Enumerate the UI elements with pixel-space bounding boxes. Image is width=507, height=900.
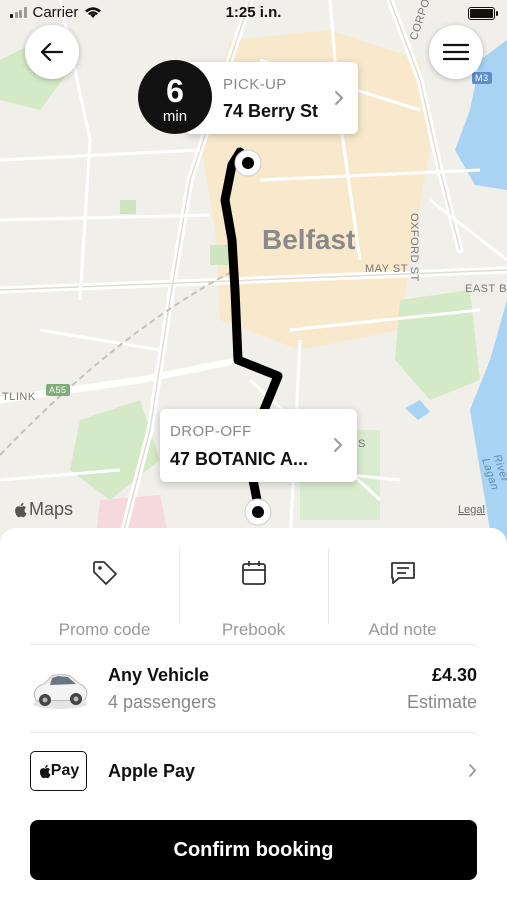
map-street-label: OXFORD ST [408, 213, 420, 282]
status-bar: Carrier 1:25 i.n. [0, 0, 507, 28]
payment-method-selector[interactable]: Pay Apple Pay [30, 750, 477, 792]
booking-options: Promo code Prebook Add note [30, 546, 477, 639]
confirm-booking-button[interactable]: Confirm booking [30, 820, 477, 880]
pickup-address: 74 Berry St [223, 101, 319, 121]
chevron-right-icon [469, 764, 477, 777]
prebook-button[interactable]: Prebook [179, 546, 328, 639]
hamburger-menu-icon [443, 43, 469, 61]
apple-pay-badge: Pay [30, 751, 87, 791]
add-note-button[interactable]: Add note [328, 546, 477, 639]
eta-badge: 6 min [138, 60, 212, 134]
eta-unit: min [162, 108, 188, 125]
vehicle-passengers: 4 passengers [108, 692, 217, 712]
divider [30, 732, 477, 733]
arrow-left-icon [40, 42, 64, 62]
apple-logo-icon [39, 764, 51, 778]
add-note-label: Add note [368, 620, 437, 639]
booking-sheet: Promo code Prebook Add note Any Vehicle … [0, 528, 507, 900]
map-view[interactable]: Belfast MAY ST EAST B OXFORD ST CORPO TL… [0, 0, 507, 545]
maps-attribution: Maps [13, 499, 73, 520]
note-icon [390, 562, 415, 584]
payment-method-name: Apple Pay [108, 761, 196, 781]
pickup-label: PICK-UP [223, 76, 287, 93]
apple-pay-badge-text: Pay [50, 762, 80, 779]
fare-price: £4.30 [431, 665, 477, 685]
vehicle-selector[interactable]: Any Vehicle 4 passengers £4.30 Estimate [30, 656, 477, 732]
map-city-label: Belfast [262, 224, 356, 255]
dropoff-label: DROP-OFF [170, 423, 252, 440]
promo-code-button[interactable]: Promo code [30, 546, 179, 639]
map-street-label: TLINK [2, 391, 36, 403]
maps-label: Maps [29, 499, 74, 519]
road-shield-a55: A55 [46, 384, 70, 396]
vehicle-name: Any Vehicle [108, 665, 210, 685]
prebook-label: Prebook [221, 620, 286, 639]
dropoff-callout[interactable]: DROP-OFF 47 BOTANIC A... [160, 409, 357, 482]
car-icon [33, 674, 88, 709]
chevron-right-icon [334, 438, 343, 452]
tag-icon [92, 561, 117, 585]
apple-logo-icon [15, 502, 27, 517]
calendar-icon [241, 561, 266, 585]
eta-value: 6 [166, 73, 184, 109]
divider [328, 548, 329, 624]
chevron-right-icon [335, 91, 344, 105]
back-button[interactable] [25, 25, 79, 79]
map-street-label: MAY ST [365, 263, 408, 275]
promo-code-label: Promo code [58, 620, 151, 639]
road-shield-m3: M3 [472, 72, 492, 84]
battery-icon [468, 7, 498, 20]
divider [30, 644, 477, 645]
fare-estimate-label: Estimate [406, 692, 477, 712]
menu-button[interactable] [429, 25, 483, 79]
legal-link[interactable]: Legal [458, 504, 485, 516]
divider [179, 548, 180, 624]
map-street-label: EAST B [465, 283, 507, 295]
dropoff-address: 47 BOTANIC A... [170, 449, 309, 469]
map-street-label: S [358, 438, 366, 450]
status-time: 1:25 i.n. [225, 4, 282, 21]
